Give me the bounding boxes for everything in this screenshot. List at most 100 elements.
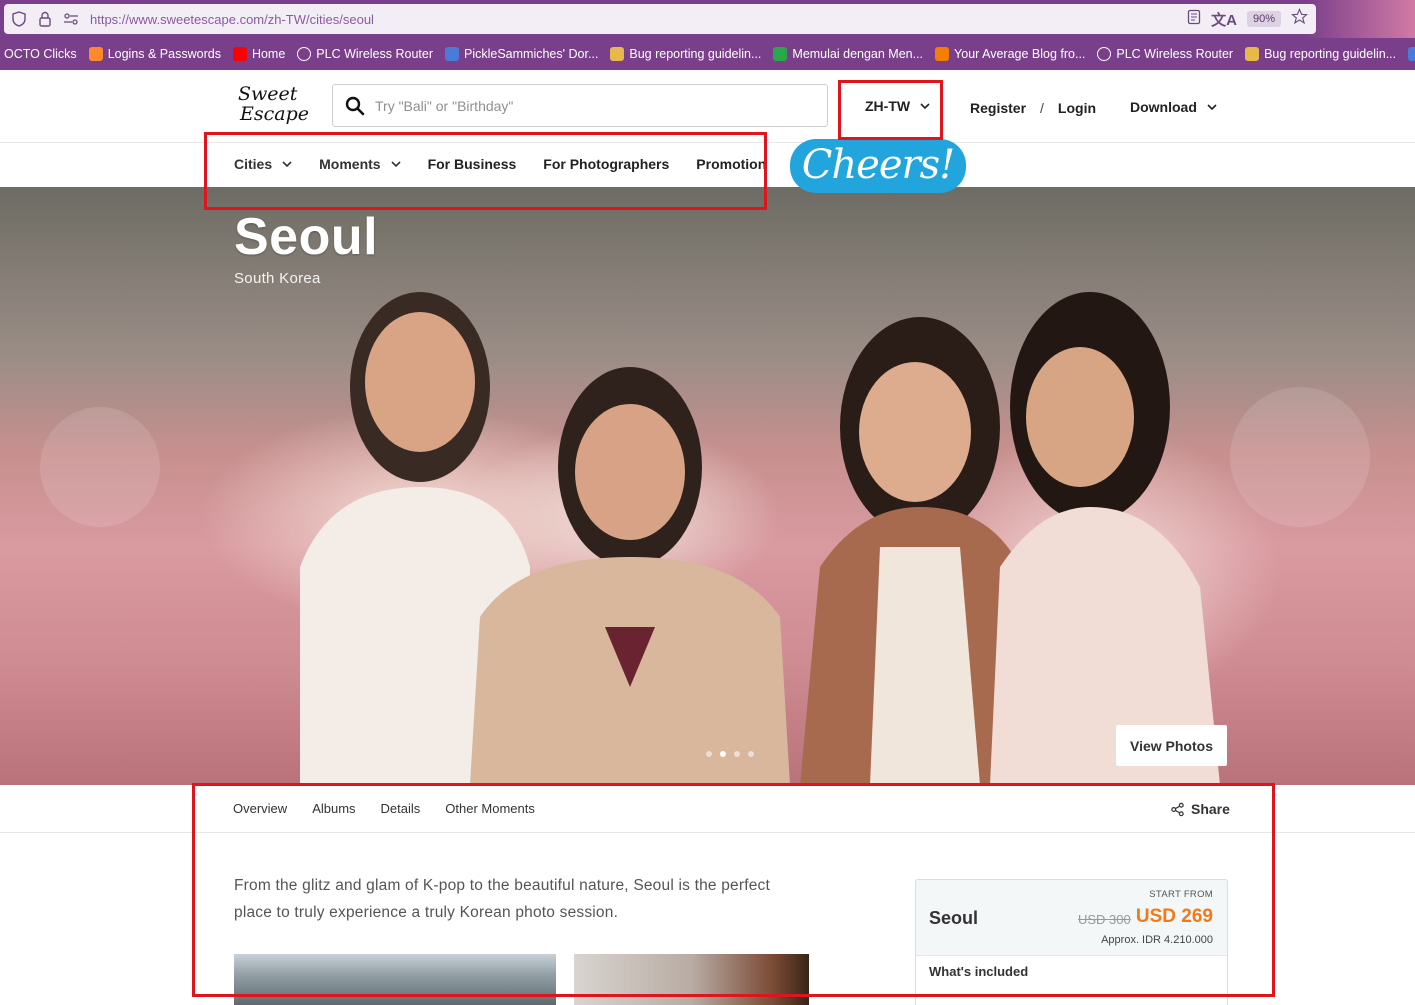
bookmark-item[interactable]: Home <box>232 47 286 61</box>
bookmark-favicon-icon <box>610 47 625 61</box>
bookmark-label: Logins & Passwords <box>107 47 221 61</box>
album-thumbnail[interactable] <box>574 954 809 1005</box>
tab-overview[interactable]: Overview <box>233 801 287 816</box>
carousel-dot[interactable] <box>748 751 754 757</box>
whats-included-heading: What's included <box>929 964 1029 979</box>
nav-item-cities[interactable]: Cities <box>234 156 292 172</box>
auth-links: Register / Login <box>970 100 1096 116</box>
carousel-dot[interactable] <box>734 751 740 757</box>
svg-text:Escape: Escape <box>239 103 308 125</box>
bookmark-label: Your Average Blog fro... <box>954 47 1086 61</box>
bookmark-item[interactable]: Logins & Passwords <box>88 47 221 61</box>
tab-details[interactable]: Details <box>381 801 421 816</box>
approx-price: Approx. IDR 4.210.000 <box>1101 934 1213 946</box>
bookmark-favicon-icon <box>88 47 103 61</box>
search-icon[interactable] <box>345 96 365 116</box>
nav-item-promotion[interactable]: Promotion <box>696 156 766 172</box>
bookmark-star-icon[interactable] <box>1290 7 1309 30</box>
chevron-down-icon <box>1207 103 1217 110</box>
share-icon <box>1171 802 1184 816</box>
auth-separator: / <box>1040 100 1044 116</box>
price-card-header: START FROM Seoul USD 300 USD 269 Approx.… <box>916 880 1227 956</box>
album-thumbnail[interactable] <box>234 954 556 1005</box>
cheers-banner[interactable]: Cheers! <box>790 139 966 193</box>
bookmark-favicon-icon <box>773 47 788 61</box>
chevron-down-icon <box>920 102 930 109</box>
url-text[interactable]: https://www.sweetescape.com/zh-TW/cities… <box>90 12 1187 27</box>
view-photos-button[interactable]: View Photos <box>1116 725 1227 766</box>
bookmark-favicon-icon <box>1245 47 1260 61</box>
city-title: Seoul <box>234 208 379 266</box>
bookmark-item[interactable]: Your Average Blog fro... <box>935 47 1085 61</box>
city-intro-text: From the glitz and glam of K-pop to the … <box>234 877 771 921</box>
nav-item-for-photographers[interactable]: For Photographers <box>543 156 669 172</box>
nav-item-moments[interactable]: Moments <box>319 156 401 172</box>
chevron-down-icon <box>391 160 401 167</box>
price-card: START FROM Seoul USD 300 USD 269 Approx.… <box>915 879 1228 1005</box>
register-link[interactable]: Register <box>970 100 1026 116</box>
bookmark-item[interactable]: Tester V <box>1408 47 1415 61</box>
bookmark-item[interactable]: OCTO Clicks <box>4 47 77 61</box>
bookmark-item[interactable]: Bug reporting guidelin... <box>1245 47 1396 61</box>
bookmark-favicon-icon <box>445 47 459 61</box>
bookmark-label: OCTO Clicks <box>4 47 77 61</box>
search-box[interactable] <box>332 84 828 127</box>
hero-photo-people <box>300 292 1220 785</box>
login-link[interactable]: Login <box>1058 100 1096 116</box>
translate-icon[interactable]: 文A <box>1211 9 1237 30</box>
bookmark-item[interactable]: Bug reporting guidelin... <box>610 47 761 61</box>
shield-icon[interactable] <box>8 8 30 30</box>
nav-item-label: Moments <box>319 156 381 172</box>
address-bar[interactable]: https://www.sweetescape.com/zh-TW/cities… <box>4 4 1316 34</box>
sub-nav-tabs: Overview Albums Details Other Moments <box>233 801 535 816</box>
search-input[interactable] <box>375 97 795 114</box>
language-label: ZH-TW <box>865 98 911 114</box>
original-price: USD 300 <box>1078 912 1131 927</box>
site-header: Sweet Escape ZH-TW Register / Login Down… <box>0 70 1415 143</box>
bookmark-item[interactable]: Memulai dengan Men... <box>773 47 923 61</box>
globe-icon <box>1097 47 1112 61</box>
svg-text:Sweet: Sweet <box>238 83 298 105</box>
reader-view-icon[interactable] <box>1187 9 1201 30</box>
price-card-city: Seoul <box>929 908 979 928</box>
bookmark-label: PLC Wireless Router <box>1116 47 1234 61</box>
bookmark-favicon-icon <box>1408 47 1415 61</box>
bookmark-label: Home <box>251 47 286 61</box>
bookmark-label: Bug reporting guidelin... <box>629 47 762 61</box>
share-label: Share <box>1191 801 1230 817</box>
city-sub-nav: Overview Albums Details Other Moments Sh… <box>0 785 1415 833</box>
carousel-dot[interactable] <box>706 751 712 757</box>
permissions-icon[interactable] <box>60 8 82 30</box>
bookmark-item[interactable]: PickleSammiches' Dor... <box>445 47 598 61</box>
bookmark-label: PLC Wireless Router <box>316 47 433 61</box>
main-nav: Cities Moments For Business For Photogra… <box>234 156 766 172</box>
hero-banner: Seoul South Korea View Photos <box>0 187 1415 785</box>
main-nav-row: Cities Moments For Business For Photogra… <box>0 143 1415 187</box>
bookmark-favicon-icon <box>935 47 950 61</box>
bookmark-favicon-icon <box>232 47 247 61</box>
discounted-price: USD 269 <box>1135 906 1213 927</box>
carousel-dots[interactable] <box>706 751 754 757</box>
carousel-dot[interactable] <box>720 751 726 757</box>
chevron-down-icon <box>282 160 292 167</box>
bookmark-item[interactable]: PLC Wireless Router <box>1097 47 1233 61</box>
country-subtitle: South Korea <box>234 270 321 287</box>
zoom-level-badge[interactable]: 90% <box>1246 11 1281 27</box>
lock-icon[interactable] <box>34 8 56 30</box>
bookmarks-bar: OCTO Clicks Logins & Passwords Home PLC Wir… <box>0 38 1415 70</box>
download-label: Download <box>1130 99 1197 115</box>
tab-other-moments[interactable]: Other Moments <box>445 801 535 816</box>
tab-albums[interactable]: Albums <box>312 801 355 816</box>
bookmark-label: PickleSammiches' Dor... <box>464 47 599 61</box>
language-selector[interactable]: ZH-TW <box>865 98 930 114</box>
nav-item-for-business[interactable]: For Business <box>428 156 517 172</box>
start-from-label: START FROM <box>1149 889 1213 900</box>
bookmark-label: Memulai dengan Men... <box>792 47 924 61</box>
bookmark-label: Bug reporting guidelin... <box>1264 47 1397 61</box>
share-button[interactable]: Share <box>1170 801 1230 817</box>
nav-item-label: Cities <box>234 156 273 172</box>
bookmark-item[interactable]: PLC Wireless Router <box>297 47 433 61</box>
download-menu[interactable]: Download <box>1130 99 1217 115</box>
sweetescape-logo[interactable]: Sweet Escape <box>234 80 308 126</box>
globe-icon <box>297 47 312 61</box>
